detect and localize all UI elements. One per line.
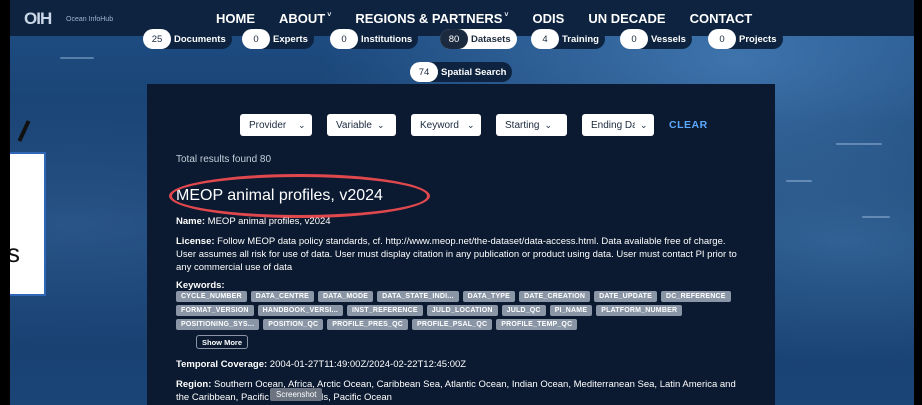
light-streak [836,143,882,145]
fragment-text: ss [0,238,20,268]
highlight-ellipse [169,174,430,218]
keyword-tag[interactable]: CYCLE_NUMBER [176,291,247,302]
count-badge: 4 [531,29,559,49]
light-streak [60,57,94,59]
temporal-coverage: Temporal Coverage: 2004-01-27T11:49:00Z/… [176,359,467,370]
caret-down-icon: ˅ [327,12,332,19]
count-label: Experts [273,33,308,45]
nav-contact[interactable]: CONTACT [690,11,753,26]
count-datasets[interactable]: 80 Datasets [440,29,517,49]
keyword-tag[interactable]: DATA_CENTRE [250,291,315,302]
chevron-down-icon: ⌄ [298,119,306,130]
nav-odis[interactable]: ODIS [533,11,565,26]
overlay-fragment: ss [0,152,46,296]
clear-filters-link[interactable]: CLEAR [669,119,708,131]
keyword-tag[interactable]: PROFILE_PSAL_QC [411,319,493,330]
keyword-tag[interactable]: POSITIONING_SYS... [176,319,260,330]
nav-un-decade[interactable]: UN DECADE [588,11,665,26]
nav-links: HOME ABOUT ˅ REGIONS & PARTNERS ˅ ODIS UN … [216,11,776,26]
site-logo[interactable]: OIH Ocean InfoHub [24,9,113,29]
keyword-tag[interactable]: INST_REFERENCE [346,305,423,316]
keyword-tag[interactable]: HANDBOOK_VERSI... [257,305,343,316]
results-panel: Provider ⌄ Variable ⌄ Keyword ⌄ Starting… [147,84,775,405]
screenshot-tooltip: Screenshot [270,388,323,401]
logo-mark: OIH [24,9,52,28]
keyword-tag[interactable]: POSITION_QC [263,319,324,330]
keyword-tag[interactable]: DATA_STATE_INDI... [377,291,459,302]
keyword-tag[interactable]: JULD_QC [501,305,546,316]
nav-about[interactable]: ABOUT ˅ [279,11,331,26]
light-streak [862,216,890,218]
count-label: Institutions [361,33,413,45]
count-documents[interactable]: 25 Documents [143,29,232,49]
result-license: License: Follow MEOP data policy standar… [176,236,737,273]
count-label: Projects [739,33,777,45]
count-label: Vessels [651,33,686,45]
count-badge: 0 [708,29,736,49]
count-projects[interactable]: 0 Projects [708,29,783,49]
logo-text: Ocean InfoHub [66,15,114,23]
show-more-button[interactable]: Show More [196,335,249,349]
count-badge: 74 [410,62,438,82]
spatial-search-button[interactable]: 74 Spatial Search [410,62,513,82]
filter-label: Starting [505,119,540,131]
chevron-down-icon: ⌄ [467,119,475,130]
keyword-tag[interactable]: PLATFORM_NUMBER [596,305,683,316]
count-label: Documents [174,33,226,45]
count-badge: 0 [620,29,648,49]
total-results: Total results found 80 [176,154,272,165]
nav-regions-partners[interactable]: REGIONS & PARTNERS ˅ [355,11,508,26]
keyword-tag[interactable]: DATE_CREATION [519,291,591,302]
keyword-tag[interactable]: DATA_MODE [318,291,374,302]
chevron-down-icon: ⌄ [376,119,385,130]
count-label: Datasets [471,33,511,45]
keyword-tag[interactable]: PI_NAME [549,305,593,316]
filter-provider[interactable]: Provider ⌄ [240,114,312,136]
filter-keyword[interactable]: Keyword ⌄ [411,114,481,136]
keyword-tag[interactable]: PROFILE_PRES_QC [327,319,408,330]
keyword-tag[interactable]: JULD_LOCATION [426,305,498,316]
caret-down-icon: ˅ [504,12,509,19]
count-badge: 25 [143,29,171,49]
keyword-tag[interactable]: DATE_UPDATE [594,291,658,302]
result-region: Region: Southern Ocean, Africa, Arctic O… [176,379,736,403]
count-label: Spatial Search [441,66,507,78]
chevron-down-icon: ⌄ [544,119,553,130]
filter-ending-date[interactable]: Ending Date ⌄ [582,114,654,136]
keyword-tag[interactable]: FORMAT_VERSION [176,305,254,316]
filter-bar: Provider ⌄ Variable ⌄ Keyword ⌄ Starting… [240,114,708,136]
light-streak [786,180,812,182]
nav-home[interactable]: HOME [216,11,255,26]
result-name: Name: MEOP animal profiles, v2024 [176,216,331,227]
count-training[interactable]: 4 Training [531,29,605,49]
filter-label: Ending Date [591,119,635,131]
count-institutions[interactable]: 0 Institutions [330,29,419,49]
filter-variable[interactable]: Variable ⌄ [327,114,396,136]
filter-label: Variable [336,119,372,131]
keyword-tag[interactable]: PROFILE_TEMP_QC [496,319,578,330]
filter-label: Provider [249,119,287,131]
count-badge: 80 [440,29,468,49]
count-experts[interactable]: 0 Experts [242,29,314,49]
count-label: Training [562,33,599,45]
count-badge: 0 [242,29,270,49]
keyword-tags: CYCLE_NUMBER DATA_CENTRE DATA_MODE DATA_STA… [176,291,746,333]
filter-starting-date[interactable]: Starting ⌄ [496,114,567,136]
chevron-down-icon: ⌄ [640,119,648,130]
keyword-tag[interactable]: DC_REFERENCE [661,291,731,302]
count-badge: 0 [330,29,358,49]
keyword-tag[interactable]: DATA_TYPE [462,291,516,302]
filter-label: Keyword [420,119,459,131]
count-vessels[interactable]: 0 Vessels [620,29,692,49]
